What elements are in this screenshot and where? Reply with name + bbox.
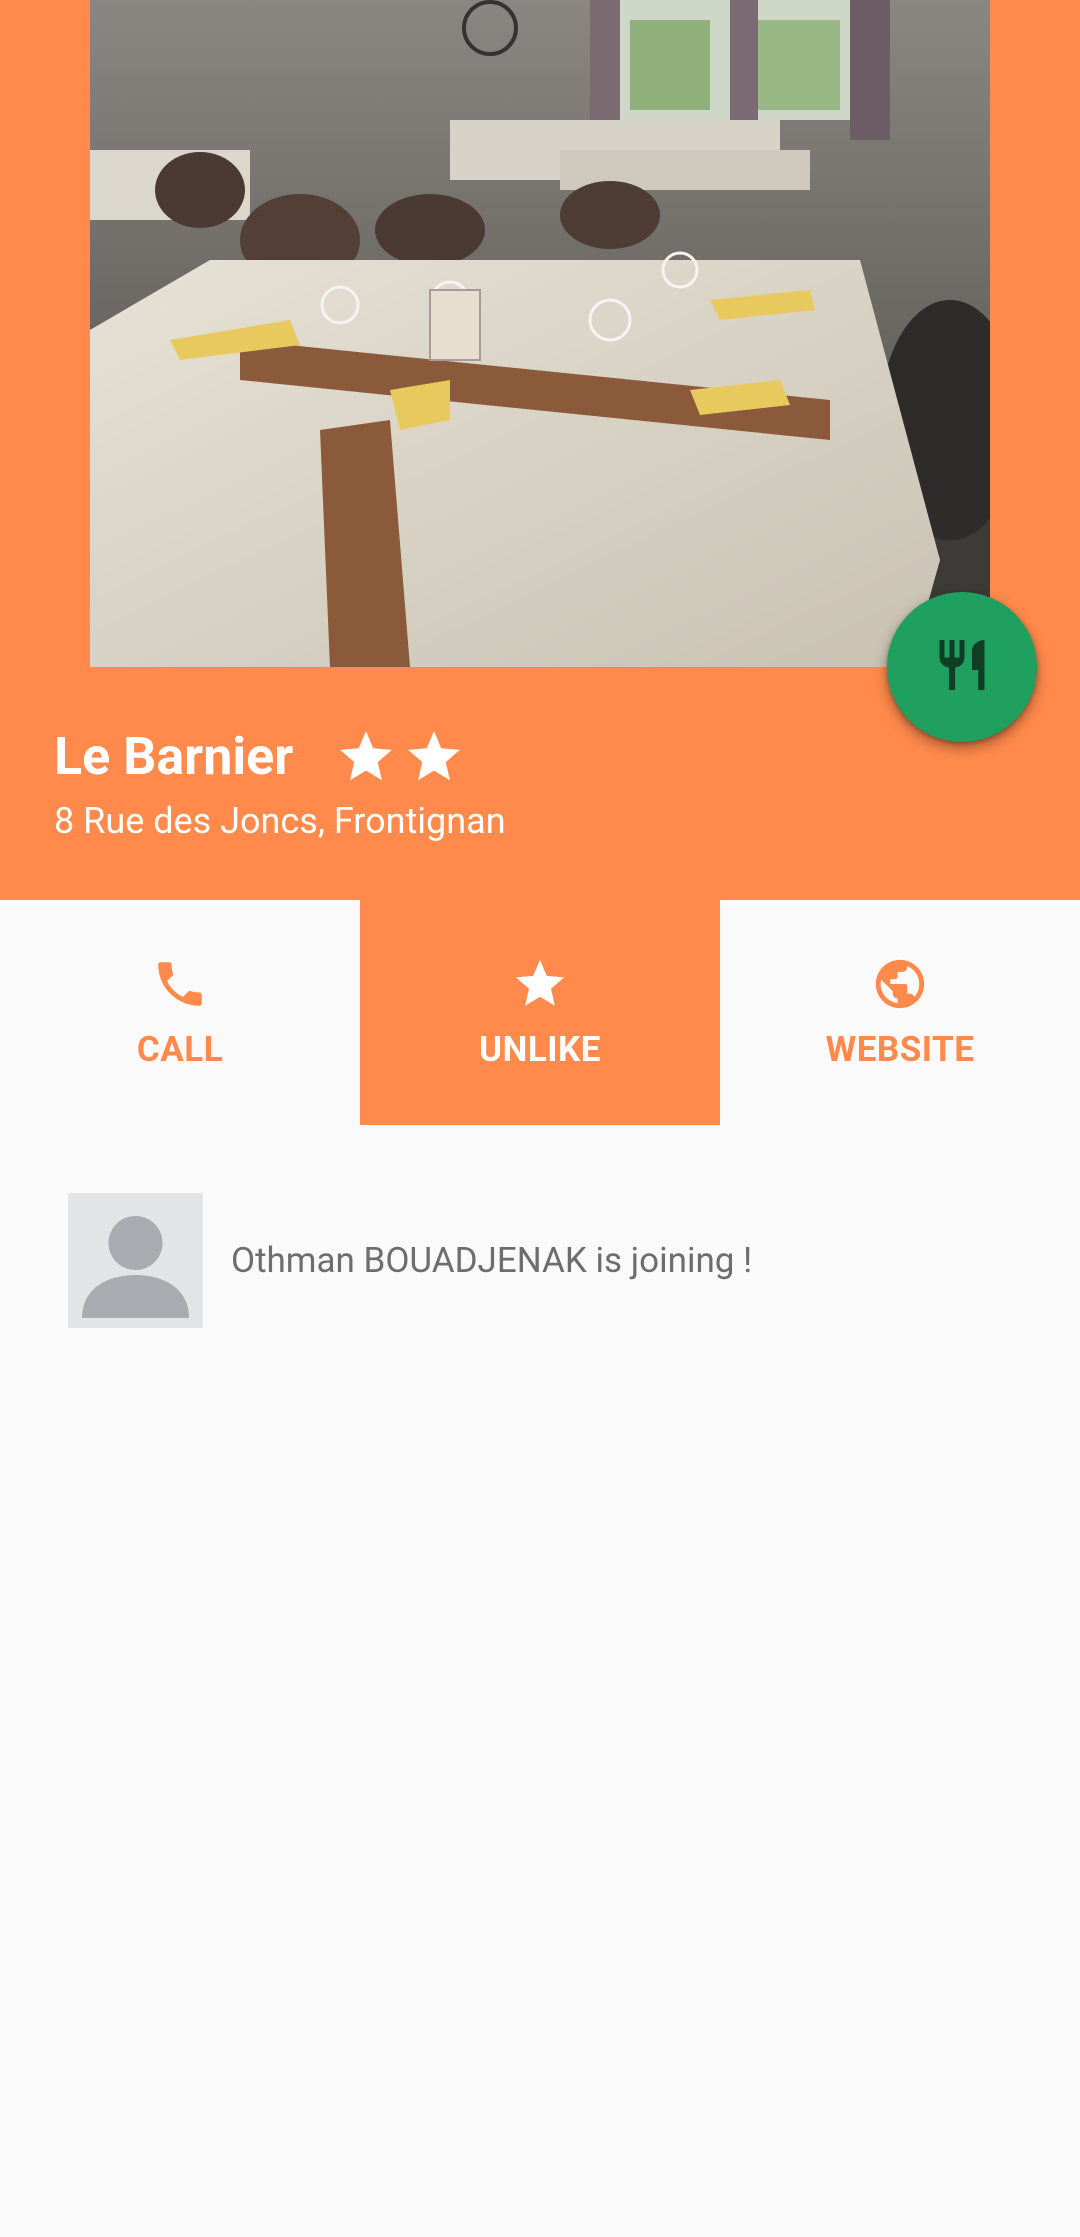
restaurant-name: Le Barnier	[54, 726, 294, 787]
website-button-label: WEBSITE	[825, 1029, 975, 1070]
attendee-joining-text: Othman BOUADJENAK is joining !	[231, 1240, 753, 1281]
restaurant-fab-button[interactable]	[887, 592, 1037, 742]
action-bar: CALL UNLIKE WEBSITE	[0, 900, 1080, 1125]
restaurant-address: 8 Rue des Joncs, Frontignan	[54, 800, 506, 842]
rating-stars	[335, 726, 465, 788]
phone-icon	[151, 955, 209, 1017]
fork-knife-icon	[932, 635, 992, 699]
website-button[interactable]: WEBSITE	[720, 900, 1080, 1125]
star-icon	[340, 731, 393, 781]
list-item: Othman BOUADJENAK is joining !	[68, 1193, 752, 1328]
star-icon	[511, 955, 569, 1017]
unlike-button-label: UNLIKE	[479, 1029, 601, 1070]
restaurant-header: Le Barnier 8 Rue des Joncs, Frontignan	[0, 0, 1080, 900]
unlike-button[interactable]: UNLIKE	[360, 900, 720, 1125]
call-button[interactable]: CALL	[0, 900, 360, 1125]
default-avatar-icon	[68, 1193, 203, 1328]
star-icon	[408, 731, 461, 781]
globe-icon	[871, 955, 929, 1017]
call-button-label: CALL	[136, 1029, 224, 1070]
restaurant-photo	[90, 0, 990, 667]
restaurant-title-row: Le Barnier	[54, 722, 465, 792]
